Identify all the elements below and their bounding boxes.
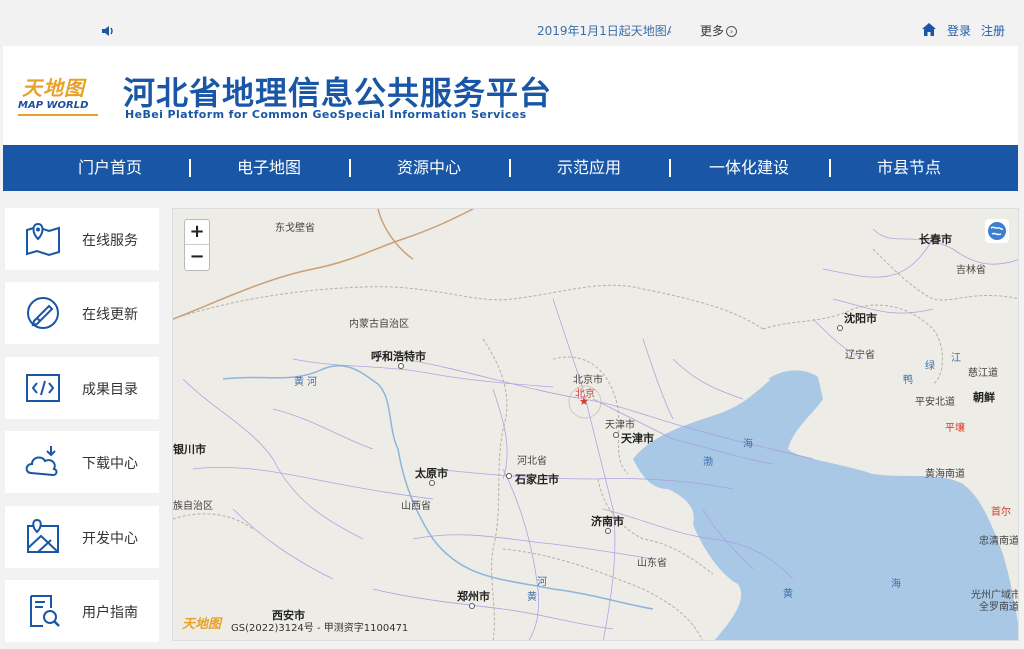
map-label: 山西省 <box>401 501 431 512</box>
logo-underline <box>18 114 98 116</box>
city-marker <box>837 325 843 331</box>
globe-icon[interactable] <box>985 219 1009 243</box>
more-link[interactable]: 更多 › <box>700 22 738 39</box>
notice-ticker[interactable]: 2019年1月1日起天地图A <box>537 22 671 39</box>
city-marker <box>469 603 475 609</box>
guide-doc-icon <box>30 595 60 627</box>
map-label: 河北省 <box>517 456 547 467</box>
nav-item-home[interactable]: 门户首页 <box>35 145 185 191</box>
map-label: 辽宁省 <box>845 350 875 361</box>
nav-divider <box>829 159 831 177</box>
sidebar-item-label: 用户指南 <box>82 605 138 621</box>
sea-label: 渤 <box>703 457 713 468</box>
nav-divider <box>349 159 351 177</box>
country-label: 朝鲜 <box>973 391 995 404</box>
home-icon[interactable] <box>922 23 936 36</box>
logo-en: MAP WORLD <box>18 100 89 111</box>
sidebar-item-catalog[interactable]: 成果目录 <box>5 357 159 419</box>
edit-circle-icon <box>27 297 59 329</box>
sidebar-item-develop[interactable]: 开发中心 <box>5 506 159 568</box>
code-icon <box>26 374 60 402</box>
zoom-control: + − <box>184 219 210 271</box>
city-label: 沈阳市 <box>844 312 877 325</box>
nav-item-demo[interactable]: 示范应用 <box>514 145 664 191</box>
map-label: 内蒙古自治区 <box>349 319 409 330</box>
sidebar-item-online-update[interactable]: 在线更新 <box>5 282 159 344</box>
register-link[interactable]: 注册 <box>981 22 1005 39</box>
nav-item-integration[interactable]: 一体化建设 <box>674 145 824 191</box>
map-attribution: GS(2022)3124号 - 甲测资字1100471 <box>231 623 409 634</box>
nav-item-resources[interactable]: 资源中心 <box>354 145 504 191</box>
zoom-out-button[interactable]: − <box>185 245 209 270</box>
top-bar: 2019年1月1日起天地图A 更多 › 登录 注册 <box>0 0 1024 46</box>
city-marker <box>605 528 611 534</box>
tianditu-logo[interactable]: 天地图 MAP WORLD <box>18 70 100 122</box>
river-label: 江 <box>951 353 961 364</box>
sidebar-item-label: 下载中心 <box>82 456 138 472</box>
map-label: 山东省 <box>637 558 667 569</box>
header: 天地图 MAP WORLD 河北省地理信息公共服务平台 HeBei Platfo… <box>3 46 1018 145</box>
map-label: 忠清南道 <box>979 536 1019 547</box>
map-label: 北京市 <box>573 375 603 386</box>
sidebar-item-online-service[interactable]: 在线服务 <box>5 208 159 270</box>
map-label: 吉林省 <box>956 265 986 276</box>
map-label: 天津市 <box>605 420 635 431</box>
city-label: 太原市 <box>415 467 448 480</box>
city-label: 郑州市 <box>457 590 490 603</box>
nav-divider <box>669 159 671 177</box>
nav-divider <box>189 159 191 177</box>
cloud-download-icon <box>25 446 58 477</box>
sidebar-item-label: 成果目录 <box>82 382 138 398</box>
map-develop-icon <box>27 518 59 553</box>
capital-star-icon: ★ <box>579 395 589 408</box>
map-label: 慈江道 <box>968 368 998 379</box>
city-label: 天津市 <box>621 432 654 445</box>
more-label: 更多 <box>700 24 725 38</box>
city-label: 济南市 <box>591 515 624 528</box>
river-label: 黄 <box>527 592 537 603</box>
river-label: 绿 <box>925 361 935 372</box>
map-pin-icon <box>26 222 60 257</box>
river-label: 鸭 <box>903 375 913 386</box>
city-label: 石家庄市 <box>515 473 559 486</box>
river-label: 黄 河 <box>294 377 318 388</box>
sidebar-item-label: 开发中心 <box>82 531 138 547</box>
map-label: 东戈壁省 <box>275 223 315 234</box>
zoom-in-button[interactable]: + <box>185 220 209 245</box>
main-nav: 门户首页 电子地图 资源中心 示范应用 一体化建设 市县节点 <box>3 145 1018 191</box>
site-subtitle: HeBei Platform for Common GeoSpecial Inf… <box>125 108 527 121</box>
map-label: 黄海南道 <box>925 469 965 480</box>
map-label: 全罗南道 <box>979 602 1019 613</box>
login-link[interactable]: 登录 <box>947 22 971 39</box>
map-viewer[interactable]: + − 东戈壁省 内蒙古自治区 呼和浩特市 黄 河 北京市 北京 ★ 天津市 天… <box>172 208 1019 641</box>
sidebar-item-label: 在线服务 <box>82 233 138 249</box>
capital-label: 平壤 <box>945 423 965 434</box>
map-label: 平安北道 <box>915 397 955 408</box>
nav-divider <box>509 159 511 177</box>
sea-label: 海 <box>891 579 901 590</box>
sidebar-item-download[interactable]: 下载中心 <box>5 431 159 493</box>
sidebar-item-guide[interactable]: 用户指南 <box>5 580 159 642</box>
tianditu-attribution-logo: 天地图 <box>182 617 222 632</box>
city-label: 银川市 <box>173 443 206 456</box>
river-label: 河 <box>537 577 547 588</box>
nav-item-map[interactable]: 电子地图 <box>194 145 344 191</box>
speaker-icon <box>102 26 113 36</box>
logo-cn: 天地图 <box>22 76 85 100</box>
city-marker <box>506 473 512 479</box>
city-label: 呼和浩特市 <box>371 350 426 363</box>
nav-item-nodes[interactable]: 市县节点 <box>834 145 984 191</box>
sidebar-item-label: 在线更新 <box>82 307 138 323</box>
city-marker <box>613 432 619 438</box>
capital-label: 首尔 <box>991 507 1011 518</box>
chevron-right-circle-icon: › <box>726 26 738 37</box>
sea-label: 黄 <box>783 589 793 600</box>
city-marker <box>398 363 404 369</box>
city-marker <box>429 480 435 486</box>
map-label: 族自治区 <box>173 501 213 512</box>
sea-label: 海 <box>743 439 753 450</box>
city-label: 长春市 <box>919 233 952 246</box>
